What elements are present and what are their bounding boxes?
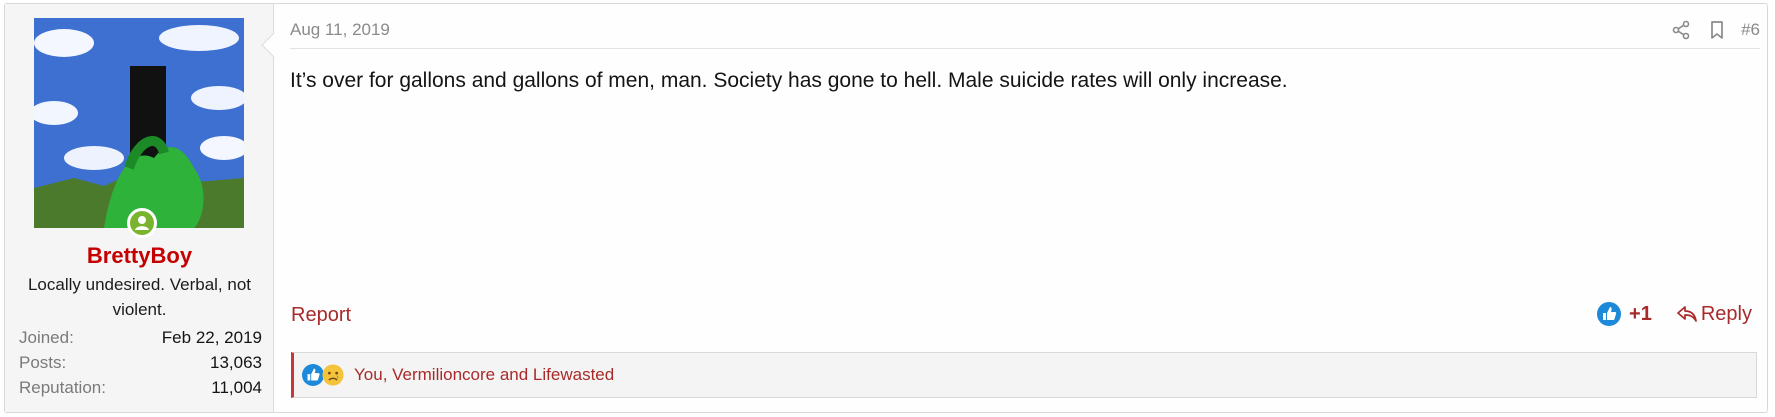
user-extras: Joined: Feb 22, 2019 Posts: 13,063 Reput… xyxy=(19,325,262,400)
reply-button[interactable]: Reply xyxy=(1676,303,1752,326)
extra-label: Reputation: xyxy=(19,378,106,397)
bookmark-icon[interactable] xyxy=(1705,18,1729,42)
user-extra-reputation: Reputation: 11,004 xyxy=(19,375,262,400)
like-button[interactable]: +1 xyxy=(1597,302,1652,326)
post-actions: +1 Reply xyxy=(1597,302,1752,326)
user-title: Locally undesired. Verbal, not violent. xyxy=(27,275,252,319)
avatar-image xyxy=(34,18,244,228)
extra-value: Feb 22, 2019 xyxy=(161,328,262,347)
user-extra-posts: Posts: 13,063 xyxy=(19,350,262,375)
report-link[interactable]: Report xyxy=(291,304,351,327)
extra-label: Posts: xyxy=(19,353,67,372)
user-extra-joined: Joined: Feb 22, 2019 xyxy=(19,325,262,350)
like-count: +1 xyxy=(1629,302,1652,325)
reactions-bar[interactable]: You, Vermilioncore and Lifewasted xyxy=(291,352,1757,398)
post-number-link[interactable]: #6 xyxy=(1741,20,1760,40)
like-icon xyxy=(1597,302,1622,326)
like-reaction-icon xyxy=(302,364,324,386)
reaction-icons xyxy=(302,364,344,386)
post-date-link[interactable]: Aug 11, 2019 xyxy=(290,20,390,40)
post: BrettyBoy Locally undesired. Verbal, not… xyxy=(4,3,1768,413)
message-main: Aug 11, 2019 #6 It’s over for gallons an… xyxy=(290,4,1760,412)
reactions-list-link[interactable]: You, Vermilioncore and Lifewasted xyxy=(354,365,614,385)
online-status-badge xyxy=(127,208,157,238)
share-icon[interactable] xyxy=(1669,18,1693,42)
header-actions: #6 xyxy=(1669,18,1760,42)
online-status-icon xyxy=(130,211,154,235)
username-link[interactable]: BrettyBoy xyxy=(5,243,274,269)
extra-value: 11,004 xyxy=(211,378,262,397)
message-header: Aug 11, 2019 #6 xyxy=(290,4,1760,49)
reply-icon xyxy=(1677,306,1697,322)
message-body: It’s over for gallons and gallons of men… xyxy=(290,69,1288,92)
extra-label: Joined: xyxy=(19,328,74,347)
reply-label: Reply xyxy=(1700,302,1752,325)
sad-reaction-icon xyxy=(322,364,344,386)
user-cell: BrettyBoy Locally undesired. Verbal, not… xyxy=(5,4,274,412)
avatar[interactable] xyxy=(34,18,244,228)
extra-value: 13,063 xyxy=(210,353,262,372)
